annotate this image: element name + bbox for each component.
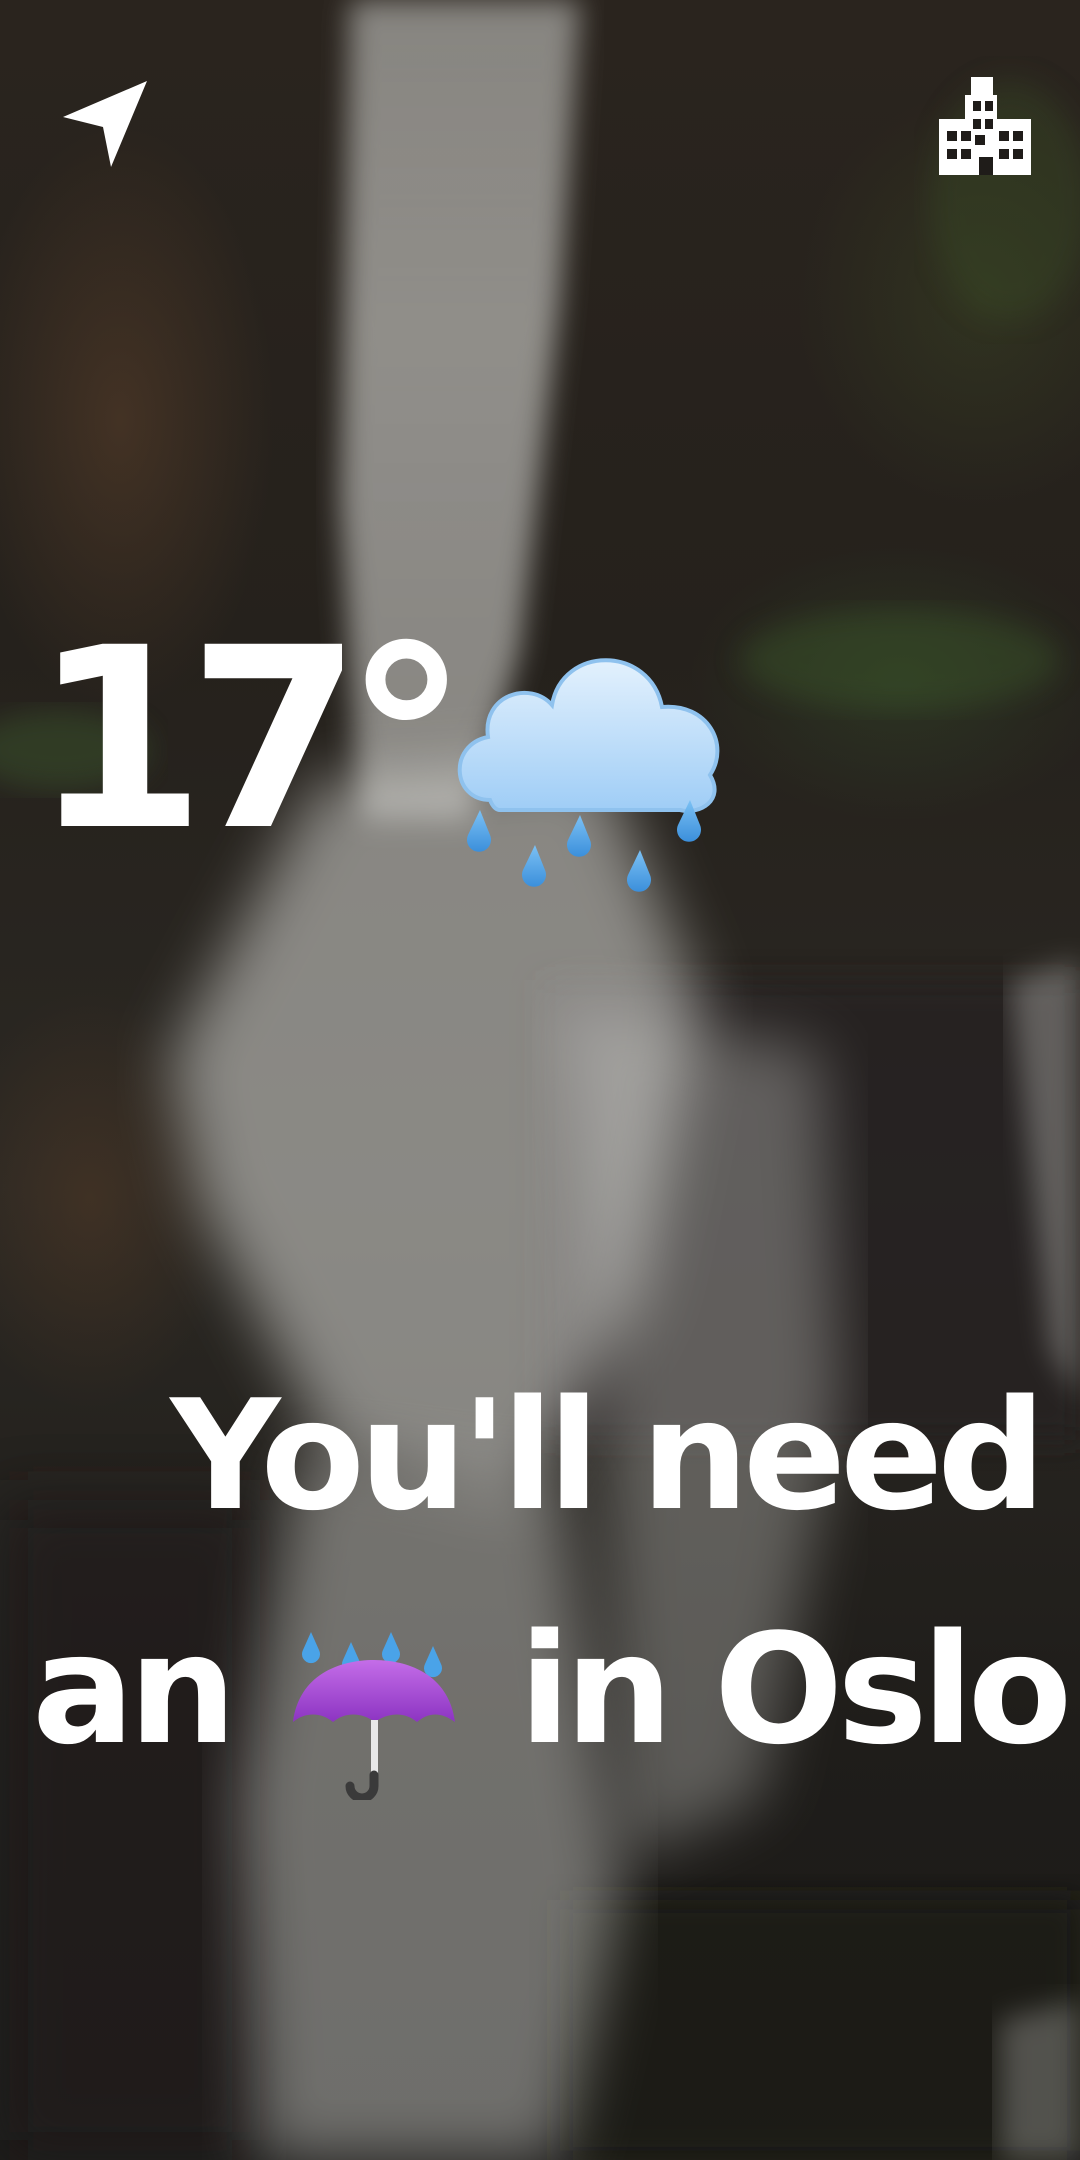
rain-cloud-icon: [457, 658, 720, 892]
umbrella-with-rain-icon: [292, 1632, 455, 1800]
advice-suffix: in Oslo: [518, 1601, 1072, 1778]
navigation-arrow-icon: [63, 81, 147, 167]
advice-line-2: an in Oslo: [32, 1600, 1072, 1800]
locate-button[interactable]: [50, 70, 160, 180]
temperature-value: 17°: [32, 594, 469, 885]
advice-line-1: You'll need: [170, 1367, 1046, 1544]
city-building-icon: [939, 77, 1031, 175]
advice-prefix: an: [32, 1601, 237, 1778]
city-select-button[interactable]: [930, 70, 1040, 180]
background-waterfall-photo: [0, 0, 1080, 2160]
